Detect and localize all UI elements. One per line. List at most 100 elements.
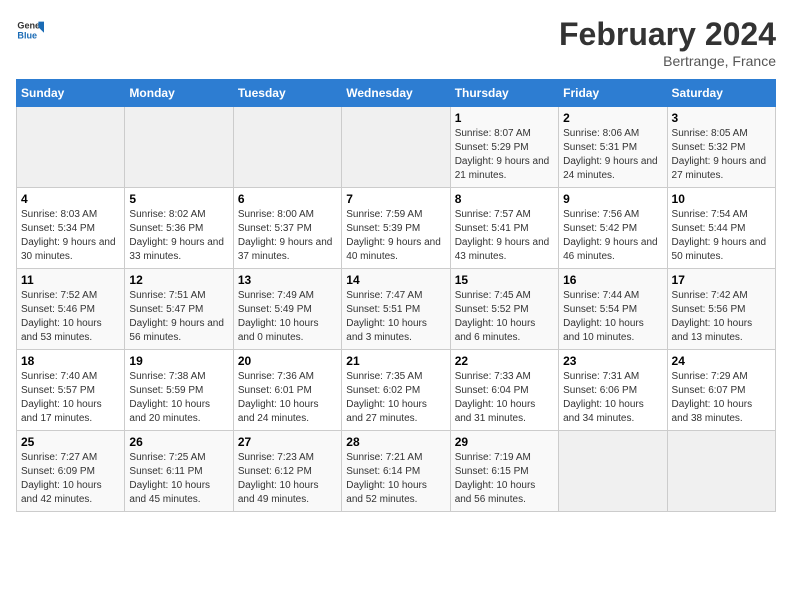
day-number: 16	[563, 273, 662, 287]
table-row: 1Sunrise: 8:07 AMSunset: 5:29 PMDaylight…	[450, 107, 558, 188]
day-number: 12	[129, 273, 228, 287]
day-info: Sunrise: 7:38 AMSunset: 5:59 PMDaylight:…	[129, 370, 228, 426]
day-info: Sunrise: 7:56 AMSunset: 5:42 PMDaylight:…	[563, 208, 662, 264]
day-info: Sunrise: 7:23 AMSunset: 6:12 PMDaylight:…	[238, 451, 337, 507]
day-number: 25	[21, 435, 120, 449]
day-info: Sunrise: 7:27 AMSunset: 6:09 PMDaylight:…	[21, 451, 120, 507]
table-row	[125, 107, 233, 188]
col-saturday: Saturday	[667, 80, 775, 107]
table-row: 26Sunrise: 7:25 AMSunset: 6:11 PMDayligh…	[125, 431, 233, 512]
day-number: 14	[346, 273, 445, 287]
day-info: Sunrise: 7:29 AMSunset: 6:07 PMDaylight:…	[672, 370, 771, 426]
day-number: 22	[455, 354, 554, 368]
table-row	[342, 107, 450, 188]
col-thursday: Thursday	[450, 80, 558, 107]
calendar-row: 18 Sunrise: 7:40 AMSunset: 5:57 PMDayligh…	[17, 350, 776, 431]
table-row: 5 Sunrise: 8:02 AMSunset: 5:36 PMDaylight…	[125, 188, 233, 269]
day-info: Sunrise: 7:49 AMSunset: 5:49 PMDaylight:…	[238, 289, 337, 345]
table-row	[17, 107, 125, 188]
table-row	[667, 431, 775, 512]
table-row: 14 Sunrise: 7:47 AMSunset: 5:51 PMDayligh…	[342, 269, 450, 350]
table-row: 25 Sunrise: 7:27 AMSunset: 6:09 PMDayligh…	[17, 431, 125, 512]
day-number: 2	[563, 111, 662, 125]
day-number: 7	[346, 192, 445, 206]
calendar-row: 25 Sunrise: 7:27 AMSunset: 6:09 PMDayligh…	[17, 431, 776, 512]
day-info: Sunrise: 7:35 AMSunset: 6:02 PMDaylight:…	[346, 370, 445, 426]
day-info: Sunrise: 7:52 AMSunset: 5:46 PMDaylight:…	[21, 289, 120, 345]
day-info: Sunrise: 7:21 AMSunset: 6:14 PMDaylight:…	[346, 451, 445, 507]
day-number: 1	[455, 111, 554, 125]
calendar-row: 11 Sunrise: 7:52 AMSunset: 5:46 PMDayligh…	[17, 269, 776, 350]
col-monday: Monday	[125, 80, 233, 107]
day-number: 11	[21, 273, 120, 287]
day-info: Sunrise: 7:47 AMSunset: 5:51 PMDaylight:…	[346, 289, 445, 345]
day-number: 19	[129, 354, 228, 368]
table-row: 9 Sunrise: 7:56 AMSunset: 5:42 PMDaylight…	[559, 188, 667, 269]
col-tuesday: Tuesday	[233, 80, 341, 107]
table-row: 28 Sunrise: 7:21 AMSunset: 6:14 PMDayligh…	[342, 431, 450, 512]
page-header: General Blue February 2024 Bertrange, Fr…	[16, 16, 776, 69]
table-row: 3Sunrise: 8:05 AMSunset: 5:32 PMDaylight…	[667, 107, 775, 188]
day-info: Sunrise: 8:02 AMSunset: 5:36 PMDaylight:…	[129, 208, 228, 264]
day-number: 5	[129, 192, 228, 206]
calendar-header-row: Sunday Monday Tuesday Wednesday Thursday…	[17, 80, 776, 107]
day-number: 4	[21, 192, 120, 206]
day-info: Sunrise: 8:00 AMSunset: 5:37 PMDaylight:…	[238, 208, 337, 264]
day-number: 27	[238, 435, 337, 449]
table-row: 19 Sunrise: 7:38 AMSunset: 5:59 PMDayligh…	[125, 350, 233, 431]
table-row	[559, 431, 667, 512]
table-row: 23 Sunrise: 7:31 AMSunset: 6:06 PMDayligh…	[559, 350, 667, 431]
table-row: 10 Sunrise: 7:54 AMSunset: 5:44 PMDayligh…	[667, 188, 775, 269]
table-row: 16 Sunrise: 7:44 AMSunset: 5:54 PMDayligh…	[559, 269, 667, 350]
calendar-title: February 2024	[559, 16, 776, 53]
day-number: 21	[346, 354, 445, 368]
day-number: 15	[455, 273, 554, 287]
table-row	[233, 107, 341, 188]
calendar-table: Sunday Monday Tuesday Wednesday Thursday…	[16, 79, 776, 512]
calendar-subtitle: Bertrange, France	[559, 53, 776, 69]
day-info: Sunrise: 8:03 AMSunset: 5:34 PMDaylight:…	[21, 208, 120, 264]
day-info: Sunrise: 7:36 AMSunset: 6:01 PMDaylight:…	[238, 370, 337, 426]
table-row: 22 Sunrise: 7:33 AMSunset: 6:04 PMDayligh…	[450, 350, 558, 431]
day-number: 10	[672, 192, 771, 206]
table-row: 6 Sunrise: 8:00 AMSunset: 5:37 PMDaylight…	[233, 188, 341, 269]
day-number: 23	[563, 354, 662, 368]
day-number: 17	[672, 273, 771, 287]
day-info: Sunrise: 7:19 AMSunset: 6:15 PMDaylight:…	[455, 451, 554, 507]
table-row: 11 Sunrise: 7:52 AMSunset: 5:46 PMDayligh…	[17, 269, 125, 350]
day-number: 29	[455, 435, 554, 449]
day-number: 18	[21, 354, 120, 368]
logo-icon: General Blue	[16, 16, 44, 44]
day-info: Sunrise: 7:40 AMSunset: 5:57 PMDaylight:…	[21, 370, 120, 426]
col-sunday: Sunday	[17, 80, 125, 107]
day-info: Sunrise: 7:31 AMSunset: 6:06 PMDaylight:…	[563, 370, 662, 426]
day-info: Sunrise: 7:44 AMSunset: 5:54 PMDaylight:…	[563, 289, 662, 345]
table-row: 27 Sunrise: 7:23 AMSunset: 6:12 PMDayligh…	[233, 431, 341, 512]
calendar-row: 1Sunrise: 8:07 AMSunset: 5:29 PMDaylight…	[17, 107, 776, 188]
col-friday: Friday	[559, 80, 667, 107]
table-row: 12 Sunrise: 7:51 AMSunset: 5:47 PMDayligh…	[125, 269, 233, 350]
day-number: 6	[238, 192, 337, 206]
day-info: Sunrise: 7:33 AMSunset: 6:04 PMDaylight:…	[455, 370, 554, 426]
day-info: Sunrise: 7:54 AMSunset: 5:44 PMDaylight:…	[672, 208, 771, 264]
day-info: Sunrise: 8:05 AMSunset: 5:32 PMDaylight:…	[672, 127, 771, 183]
day-number: 24	[672, 354, 771, 368]
table-row: 18 Sunrise: 7:40 AMSunset: 5:57 PMDayligh…	[17, 350, 125, 431]
table-row: 17 Sunrise: 7:42 AMSunset: 5:56 PMDayligh…	[667, 269, 775, 350]
title-block: February 2024 Bertrange, France	[559, 16, 776, 69]
day-info: Sunrise: 8:06 AMSunset: 5:31 PMDaylight:…	[563, 127, 662, 183]
day-info: Sunrise: 7:42 AMSunset: 5:56 PMDaylight:…	[672, 289, 771, 345]
table-row: 29 Sunrise: 7:19 AMSunset: 6:15 PMDayligh…	[450, 431, 558, 512]
table-row: 15 Sunrise: 7:45 AMSunset: 5:52 PMDayligh…	[450, 269, 558, 350]
table-row: 24 Sunrise: 7:29 AMSunset: 6:07 PMDayligh…	[667, 350, 775, 431]
table-row: 21 Sunrise: 7:35 AMSunset: 6:02 PMDayligh…	[342, 350, 450, 431]
day-number: 9	[563, 192, 662, 206]
day-info: Sunrise: 7:59 AMSunset: 5:39 PMDaylight:…	[346, 208, 445, 264]
day-info: Sunrise: 7:45 AMSunset: 5:52 PMDaylight:…	[455, 289, 554, 345]
table-row: 2 Sunrise: 8:06 AMSunset: 5:31 PMDaylight…	[559, 107, 667, 188]
day-number: 8	[455, 192, 554, 206]
day-info: Sunrise: 7:51 AMSunset: 5:47 PMDaylight:…	[129, 289, 228, 345]
col-wednesday: Wednesday	[342, 80, 450, 107]
day-number: 28	[346, 435, 445, 449]
table-row: 13Sunrise: 7:49 AMSunset: 5:49 PMDayligh…	[233, 269, 341, 350]
